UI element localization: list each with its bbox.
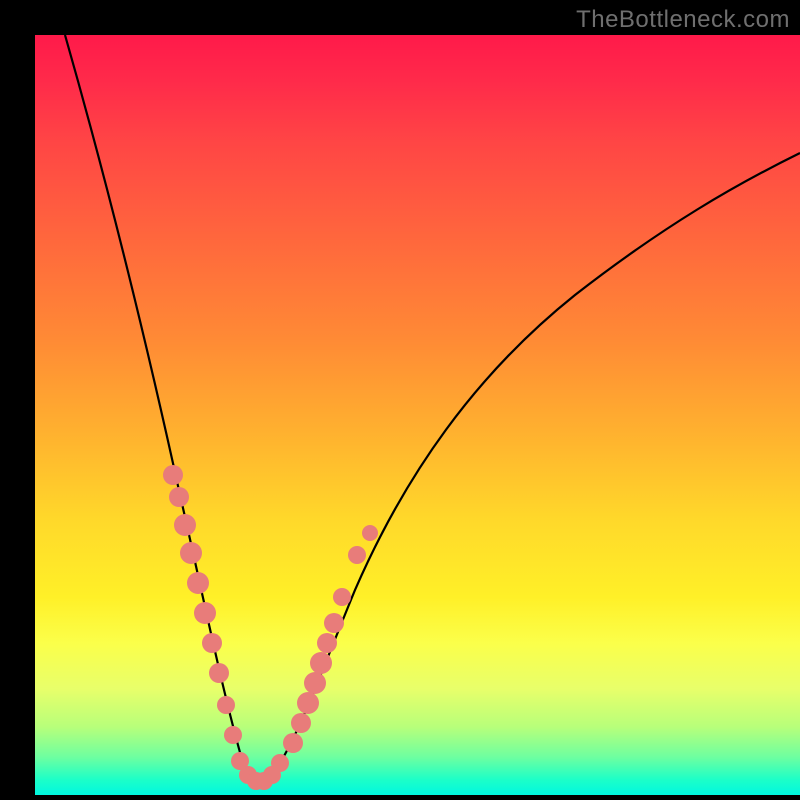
plot-area xyxy=(35,35,800,795)
data-marker xyxy=(187,572,209,594)
data-marker xyxy=(194,602,216,624)
data-marker xyxy=(163,465,183,485)
data-marker xyxy=(333,588,351,606)
data-marker xyxy=(317,633,337,653)
data-marker xyxy=(174,514,196,536)
data-marker xyxy=(291,713,311,733)
data-marker xyxy=(362,525,378,541)
data-marker xyxy=(283,733,303,753)
data-marker xyxy=(202,633,222,653)
data-marker xyxy=(304,672,326,694)
marker-cluster-apex xyxy=(231,752,289,790)
marker-cluster-right xyxy=(283,588,351,753)
marker-cluster-left xyxy=(163,465,242,744)
data-marker xyxy=(217,696,235,714)
bottleneck-curve xyxy=(65,35,800,783)
bottleneck-curve-svg xyxy=(35,35,800,795)
watermark-text: TheBottleneck.com xyxy=(576,6,790,34)
data-marker xyxy=(169,487,189,507)
data-marker xyxy=(209,663,229,683)
data-marker xyxy=(224,726,242,744)
data-marker xyxy=(348,546,366,564)
marker-singletons xyxy=(348,525,378,564)
data-marker xyxy=(310,652,332,674)
data-marker xyxy=(324,613,344,633)
chart-frame: TheBottleneck.com xyxy=(0,0,800,800)
data-marker xyxy=(297,692,319,714)
data-marker xyxy=(180,542,202,564)
data-marker xyxy=(271,754,289,772)
